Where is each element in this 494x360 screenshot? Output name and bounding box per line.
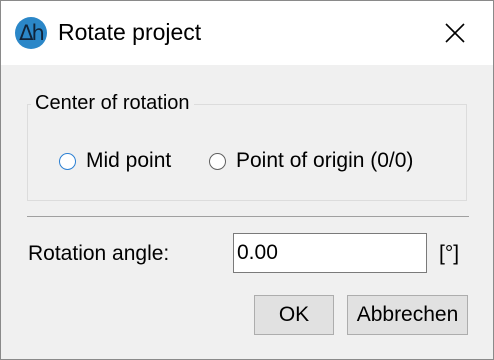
rotation-angle-input[interactable] (233, 233, 427, 273)
center-of-rotation-legend: Center of rotation (31, 92, 194, 115)
title-bar: Δh Rotate project (1, 1, 493, 65)
radio-circle-icon[interactable] (209, 152, 226, 170)
rotate-project-dialog: Δh Rotate project Center of rotation Mid… (0, 0, 494, 360)
app-logo-icon: Δh (15, 17, 47, 49)
close-button[interactable] (431, 13, 479, 53)
radio-mid-point[interactable]: Mid point (59, 149, 171, 173)
ok-button[interactable]: OK (254, 295, 334, 335)
cancel-button[interactable]: Abbrechen (347, 295, 468, 335)
rotation-angle-label: Rotation angle: (28, 242, 170, 265)
degree-unit-label: [°] (439, 242, 460, 265)
separator-line (27, 216, 469, 217)
radio-point-of-origin[interactable]: Point of origin (0/0) (209, 149, 413, 173)
radio-point-of-origin-label: Point of origin (0/0) (236, 149, 414, 172)
radio-circle-icon[interactable] (59, 152, 76, 170)
close-icon (445, 23, 465, 43)
radio-mid-point-label: Mid point (86, 149, 172, 172)
dialog-title: Rotate project (58, 19, 202, 45)
